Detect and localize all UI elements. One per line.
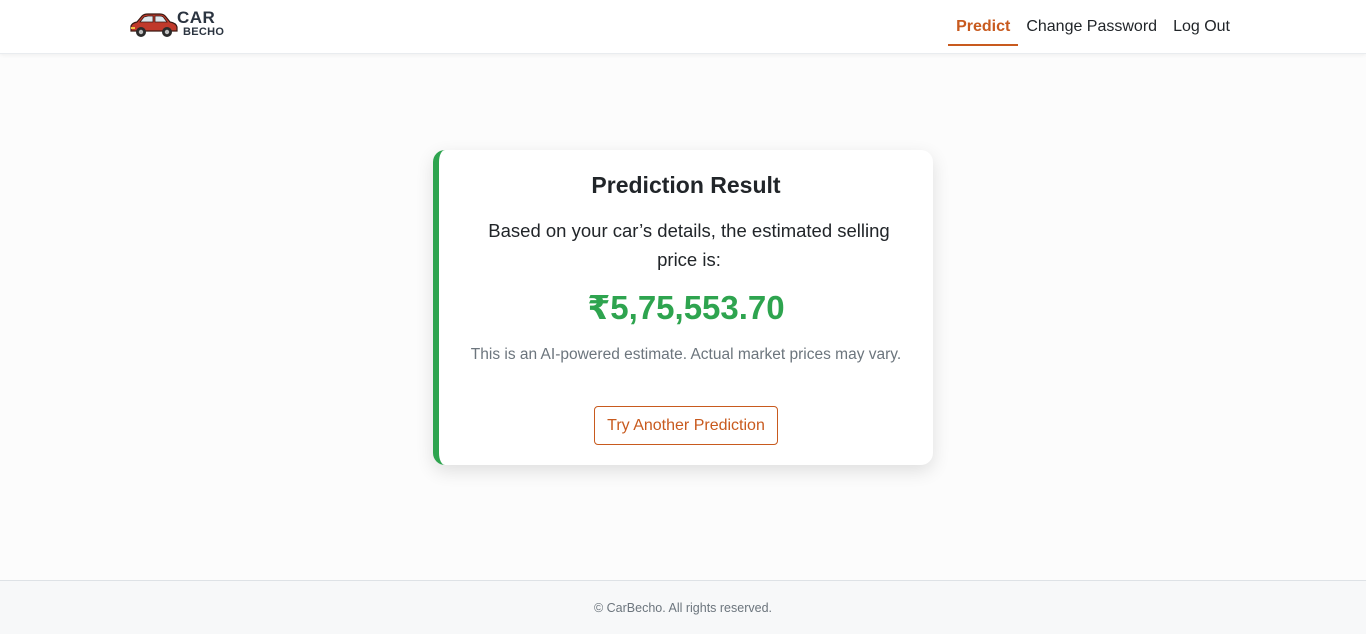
nav-link-log-out[interactable]: Log Out — [1165, 0, 1238, 54]
copyright-text: © CarBecho. All rights reserved. — [593, 600, 773, 615]
brand-logo[interactable]: CAR BECHO — [127, 8, 237, 44]
predicted-price: ₹5,75,553.70 — [587, 289, 785, 326]
prediction-result-card: Prediction Result Based on your car’s de… — [433, 150, 933, 465]
nav-menu: Predict Change Password Log Out — [948, 0, 1238, 54]
nav-link-predict[interactable]: Predict — [948, 0, 1019, 54]
result-description: Based on your car’s details, the estimat… — [488, 220, 890, 270]
brand-word-car: CAR — [177, 8, 216, 27]
nav-link-change-password[interactable]: Change Password — [1018, 0, 1165, 54]
try-another-prediction-button[interactable]: Try Another Prediction — [594, 406, 778, 445]
car-icon — [130, 13, 178, 37]
brand-word-becho: BECHO — [183, 26, 225, 38]
brand-wordmark: CAR BECHO — [175, 8, 231, 44]
footer: © CarBecho. All rights reserved. — [0, 580, 1366, 634]
navbar: CAR BECHO Predict Change Password Log Ou… — [0, 0, 1366, 54]
result-title: Prediction Result — [591, 172, 781, 198]
estimate-disclaimer: This is an AI-powered estimate. Actual m… — [470, 346, 902, 363]
